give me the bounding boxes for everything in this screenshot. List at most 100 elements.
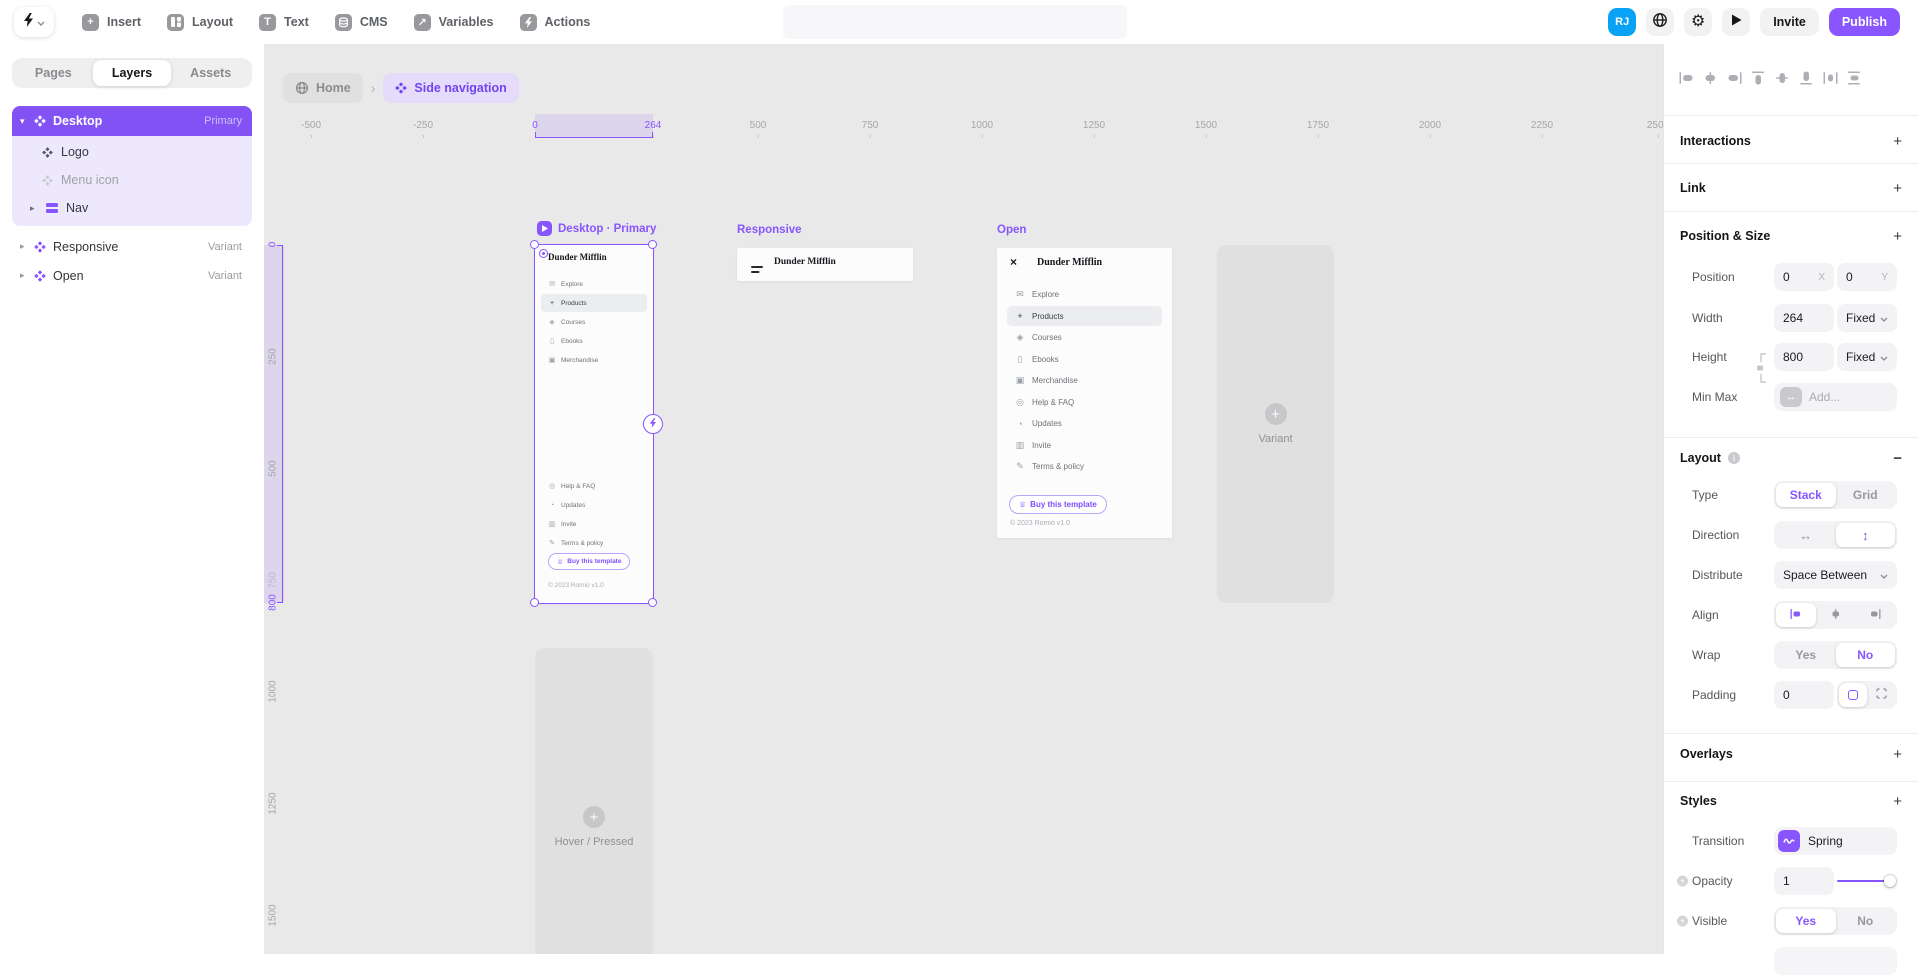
resize-handle-top-right[interactable] [648,240,657,249]
tab-pages[interactable]: Pages [14,60,93,86]
add-overlay-button[interactable]: + [1893,746,1902,763]
transition-select[interactable]: Spring [1774,827,1897,855]
opacity-slider[interactable] [1837,867,1896,895]
layer-menu-icon[interactable]: Menu icon [12,166,252,194]
invite-button[interactable]: Invite [1760,8,1819,36]
align-center-horizontal-icon[interactable] [1702,70,1719,85]
settings-button[interactable]: ⚙ [1684,8,1713,36]
type-option-grid[interactable]: Grid [1836,483,1896,507]
align-start-option[interactable] [1776,603,1816,627]
frame-variant-placeholder[interactable]: + Variant [1217,245,1334,603]
layer-nav[interactable]: ▸ Nav [12,194,252,222]
direction-vertical-option[interactable]: ↕ [1835,523,1895,547]
actions-menu-item[interactable]: Actions [519,13,590,31]
opacity-input[interactable]: 1 [1774,867,1834,895]
tab-assets[interactable]: Assets [171,60,250,86]
add-variant-button[interactable]: + [583,806,605,828]
frame-open[interactable]: × Dunder Mifflin ✉ Explore + Products ◈ Cou… [997,248,1172,538]
frame-responsive[interactable]: Dunder Mifflin [737,248,913,281]
layer-logo[interactable]: Logo [12,138,252,166]
opacity-add-icon[interactable]: + [1677,875,1688,887]
height-mode-select[interactable]: Fixed [1837,343,1897,371]
nav-item-ebooks[interactable]: ▯ Ebooks [1007,349,1162,369]
position-y-input[interactable]: 0Y [1837,263,1897,291]
variables-menu-item[interactable]: ↗ Variables [413,13,494,31]
caret-right-icon[interactable]: ▸ [20,270,34,281]
nav-item-courses[interactable]: ◈ Courses [541,313,647,331]
type-option-stack[interactable]: Stack [1776,483,1836,507]
nav-item-explore[interactable]: ✉ Explore [541,275,647,293]
align-center-vertical-icon[interactable] [1774,70,1791,85]
wrap-yes-option[interactable]: Yes [1776,643,1836,667]
align-center-option[interactable] [1816,603,1856,627]
layer-open[interactable]: ▸ Open Variant [12,261,252,290]
distribute-horizontal-icon[interactable] [1822,70,1839,85]
wrap-no-option[interactable]: No [1835,643,1895,667]
resize-handle-bottom-right[interactable] [648,598,657,607]
distribute-vertical-icon[interactable] [1846,70,1863,85]
padding-individual-option[interactable] [1867,683,1895,707]
align-end-option[interactable] [1855,603,1895,627]
width-input[interactable]: 264 [1774,304,1834,332]
frame-hover-pressed-placeholder[interactable]: + Hover / Pressed [535,648,653,954]
frame-label-responsive[interactable]: Responsive [737,224,802,236]
nav-item-invite[interactable]: ▥ Invite [1007,435,1162,455]
add-interaction-button[interactable]: + [1893,133,1902,150]
insert-menu-item[interactable]: + Insert [82,13,141,31]
distribute-select[interactable]: Space Between [1774,561,1897,589]
height-input[interactable]: 800 [1774,343,1834,371]
position-x-input[interactable]: 0X [1774,263,1834,291]
collapse-layout-button[interactable]: − [1893,450,1902,467]
nav-item-explore[interactable]: ✉ Explore [1007,285,1162,305]
nav-item-ebooks[interactable]: ▯ Ebooks [541,332,647,350]
visible-no-option[interactable]: No [1836,909,1896,933]
cms-menu-item[interactable]: CMS [334,13,388,31]
app-menu-button[interactable] [14,7,54,37]
align-bottom-icon[interactable] [1798,70,1815,85]
nav-item-updates[interactable]: ◔ Updates [541,496,647,514]
interaction-connector-handle[interactable] [643,414,663,434]
layer-responsive[interactable]: ▸ Responsive Variant [12,232,252,261]
padding-input[interactable]: 0 [1774,681,1834,709]
nav-item-products[interactable]: + Products [541,294,647,312]
resize-handle-top-left[interactable] [530,240,539,249]
buy-template-button[interactable]: ♕ Buy this template [1009,495,1107,514]
close-icon[interactable]: × [1010,256,1017,268]
site-globe-button[interactable] [1646,8,1675,36]
hamburger-menu-icon[interactable] [751,261,763,279]
nav-item-merchandise[interactable]: ▣ Merchandise [1007,371,1162,391]
align-right-icon[interactable] [1726,70,1743,85]
nav-item-terms-policy[interactable]: ✎ Terms & policy [1007,457,1162,477]
nav-item-products[interactable]: + Products [1007,306,1162,326]
width-mode-select[interactable]: Fixed [1837,304,1897,332]
frame-label-desktop-primary[interactable]: Desktop · Primary [537,221,656,236]
nav-item-help-faq[interactable]: ◎ Help & FAQ [1007,392,1162,412]
caret-right-icon[interactable]: ▸ [30,203,42,214]
add-position-rule-button[interactable]: + [1893,228,1902,245]
nav-item-terms-policy[interactable]: ✎ Terms & policy [541,534,647,552]
canvas[interactable]: Home › Side navigation -500 -250 0 264 5… [264,44,1663,954]
direction-horizontal-option[interactable]: ↔ [1776,523,1836,547]
nav-item-updates[interactable]: ◔ Updates [1007,414,1162,434]
text-menu-item[interactable]: T Text [259,13,309,31]
nav-item-invite[interactable]: ▥ Invite [541,515,647,533]
opacity-slider-knob[interactable] [1884,875,1896,887]
avatar[interactable]: RJ [1608,8,1637,36]
visible-yes-option[interactable]: Yes [1776,909,1836,933]
breadcrumb-current[interactable]: Side navigation [383,73,519,103]
add-link-button[interactable]: + [1893,180,1902,197]
visible-add-icon[interactable]: + [1677,915,1688,927]
add-style-button[interactable]: + [1893,793,1902,810]
caret-down-icon[interactable]: ▾ [20,116,34,127]
tab-layers[interactable]: Layers [92,60,172,86]
preview-button[interactable] [1722,8,1751,36]
add-variant-button[interactable]: + [1264,403,1287,425]
frame-label-open[interactable]: Open [997,224,1026,236]
padding-uniform-option[interactable] [1839,683,1867,707]
buy-template-button[interactable]: ♕ Buy this template [548,553,631,570]
layout-menu-item[interactable]: Layout [167,13,233,31]
breadcrumb-home[interactable]: Home [283,73,363,103]
nav-item-help-faq[interactable]: ◎ Help & FAQ [541,477,647,495]
publish-button[interactable]: Publish [1828,8,1900,36]
minmax-input[interactable]: ↔ Add... [1774,383,1897,411]
